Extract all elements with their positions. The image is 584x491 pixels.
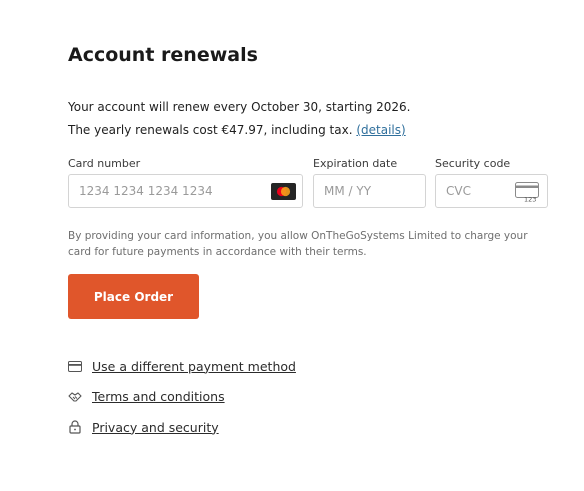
details-link[interactable]: (details) [356,123,405,137]
card-number-input[interactable] [69,175,302,207]
different-payment-link[interactable]: Use a different payment method [92,359,296,374]
place-order-button[interactable]: Place Order [68,274,199,319]
renewal-cost-line: The yearly renewals cost €47.97, includi… [68,123,406,137]
payment-authorization-notice: By providing your card information, you … [68,230,528,258]
terms-link[interactable]: Terms and conditions [92,389,225,404]
renewal-cost-text: The yearly renewals cost €47.97, includi… [68,123,353,137]
expiration-input[interactable] [314,175,425,207]
card-number-field [68,174,303,208]
card-number-label: Card number [68,157,141,170]
link-privacy[interactable]: Privacy and security [68,418,219,436]
handshake-icon [68,389,82,403]
security-code-label: Security code [435,157,511,170]
lock-icon [68,420,82,434]
credit-card-icon [68,359,82,373]
link-different-payment[interactable]: Use a different payment method [68,357,296,375]
security-code-field: 123 [435,174,548,208]
page-title: Account renewals [68,44,258,66]
expiration-field [313,174,426,208]
renewal-date-text: Your account will renew every October 30… [68,100,411,114]
cvc-card-icon: 123 [515,182,539,202]
mastercard-icon [271,183,296,200]
expiration-label: Expiration date [313,157,398,170]
cvc-icon-digits: 123 [524,196,536,203]
link-terms[interactable]: Terms and conditions [68,387,225,405]
privacy-link[interactable]: Privacy and security [92,420,219,435]
